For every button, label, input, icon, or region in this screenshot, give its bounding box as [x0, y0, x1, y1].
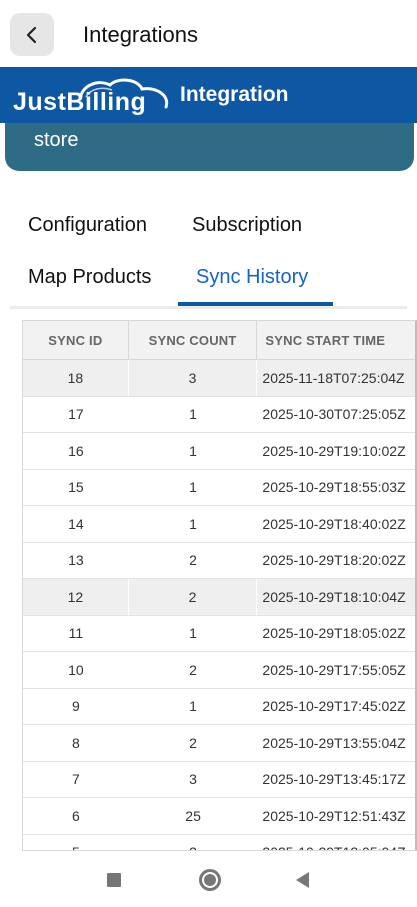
table-row[interactable]: 17 1 2025-10-30T07:25:05Z: [23, 397, 415, 433]
cell-sync-start-time: 2025-10-29T18:05:02Z: [262, 625, 406, 642]
cell-sync-id: 13: [68, 552, 84, 569]
tab-configuration[interactable]: Configuration: [28, 214, 147, 237]
table-row[interactable]: 9 1 2025-10-29T17:45:02Z: [23, 689, 415, 725]
cell-sync-start-time: 2025-10-29T13:55:04Z: [262, 734, 406, 751]
page-title: Integrations: [83, 22, 198, 47]
cell-sync-start-time: 2025-10-29T18:40:02Z: [262, 515, 406, 532]
cell-sync-count: 1: [189, 406, 197, 423]
table-row[interactable]: 7 3 2025-10-29T13:45:17Z: [23, 762, 415, 798]
home-circle-icon[interactable]: [199, 869, 221, 891]
cell-sync-start-time: 2025-10-29T13:45:17Z: [262, 771, 406, 788]
cell-sync-id: 9: [71, 698, 80, 715]
back-triangle-icon[interactable]: [296, 872, 309, 888]
cell-sync-count: 1: [189, 698, 197, 715]
cell-sync-count: 2: [189, 734, 197, 751]
table-row[interactable]: 6 25 2025-10-29T12:51:43Z: [23, 798, 415, 835]
cell-sync-start-time: 2025-10-29T18:55:03Z: [262, 479, 406, 496]
table-row[interactable]: 14 1 2025-10-29T18:40:02Z: [23, 506, 415, 543]
table-header: SYNC ID SYNC COUNT SYNC START TIME: [23, 321, 415, 360]
cell-sync-count: 2: [189, 661, 197, 678]
svg-text:JustBilling: JustBilling: [13, 88, 146, 116]
cell-sync-start-time: 2025-10-29T18:20:02Z: [262, 552, 406, 569]
cell-sync-start-time: 2025-11-18T07:25:04Z: [262, 369, 405, 386]
table-row[interactable]: 11 1 2025-10-29T18:05:02Z: [23, 616, 415, 652]
column-header-sync-count[interactable]: SYNC COUNT: [129, 321, 258, 359]
cell-sync-id: 8: [71, 734, 80, 751]
table-row[interactable]: 8 2 2025-10-29T13:55:04Z: [23, 725, 415, 762]
tabs-divider: [10, 306, 407, 309]
chevron-left-icon: [26, 26, 37, 43]
cell-sync-id: 16: [68, 442, 84, 459]
cell-sync-id: 17: [68, 406, 84, 423]
cell-sync-count: 3: [189, 771, 197, 788]
cell-sync-count: 1: [189, 515, 197, 532]
recents-square-icon[interactable]: [107, 873, 121, 887]
cell-sync-id: 12: [23, 579, 129, 615]
cell-sync-id: 18: [23, 360, 129, 396]
column-header-sync-id[interactable]: SYNC ID: [23, 321, 129, 359]
table-row[interactable]: 18 3 2025-11-18T07:25:04Z: [23, 360, 415, 397]
tab-subscription[interactable]: Subscription: [192, 214, 302, 237]
cell-sync-id: 15: [68, 479, 84, 496]
cell-sync-start-time: 2025-10-29T12:51:43Z: [262, 807, 406, 824]
table-row[interactable]: 10 2 2025-10-29T17:55:05Z: [23, 652, 415, 689]
active-tab-indicator: [178, 302, 333, 306]
table-row[interactable]: 15 1 2025-10-29T18:55:03Z: [23, 470, 415, 506]
justbilling-logo: JustBilling: [13, 78, 169, 116]
banner-title: Integration: [180, 83, 289, 106]
column-header-sync-start-time[interactable]: SYNC START TIME: [257, 321, 415, 359]
cell-sync-count: 3: [129, 360, 258, 396]
back-button[interactable]: [10, 13, 54, 56]
cell-sync-id: 10: [68, 661, 84, 678]
cell-sync-id: 14: [68, 515, 84, 532]
cell-sync-start-time: 2025-10-29T19:10:02Z: [262, 442, 406, 459]
cell-sync-start-time: 2025-10-29T17:45:02Z: [262, 698, 406, 715]
app-bar: Integrations: [0, 0, 417, 68]
integrations-screen: Integrations store JustBilling Integrati…: [0, 0, 417, 907]
table-row[interactable]: 16 1 2025-10-29T19:10:02Z: [23, 433, 415, 470]
cell-sync-start-time: 2025-10-29T17:55:05Z: [262, 661, 406, 678]
cell-sync-count: 25: [185, 807, 201, 824]
cell-sync-count: 1: [189, 442, 197, 459]
integration-banner: JustBilling Integration: [0, 67, 417, 123]
cell-sync-count: 1: [189, 479, 197, 496]
cell-sync-count: 2: [129, 579, 258, 615]
cell-sync-count: 2: [189, 552, 197, 569]
cell-sync-id: 11: [68, 625, 84, 642]
cell-sync-count: 2: [129, 835, 258, 850]
table-row[interactable]: 522025-10-29T12:05:04Z: [23, 835, 415, 850]
table-body: 18 3 2025-11-18T07:25:04Z 17 1 2025-10-30T07:…: [23, 360, 415, 850]
cell-sync-id: 5: [23, 835, 129, 850]
cell-sync-count: 1: [189, 625, 197, 642]
cell-sync-start-time: 2025-10-30T07:25:05Z: [262, 406, 406, 423]
cell-sync-start-time: 2025-10-29T18:10:04Z: [262, 588, 406, 605]
table-row[interactable]: 13 2 2025-10-29T18:20:02Z: [23, 543, 415, 579]
card-text: store: [34, 129, 79, 151]
table-row[interactable]: 12 2 2025-10-29T18:10:04Z: [23, 579, 415, 616]
cell-sync-start-time: 2025-10-29T12:05:04Z: [257, 835, 415, 850]
tab-map-products[interactable]: Map Products: [28, 266, 151, 289]
cell-sync-id: 6: [71, 807, 80, 824]
sync-history-table[interactable]: SYNC ID SYNC COUNT SYNC START TIME 18 3 20…: [22, 320, 417, 851]
tab-sync-history[interactable]: Sync History: [196, 266, 308, 289]
cell-sync-id: 7: [71, 771, 80, 788]
system-navigation-bar: [0, 851, 417, 907]
